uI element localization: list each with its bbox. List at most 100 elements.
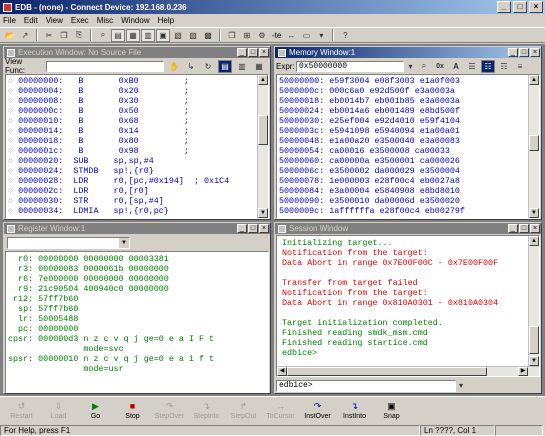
register-row[interactable]: spsr: 00000010 n z c v q j ge=0 e a i f …: [8, 354, 214, 364]
memory-row[interactable]: 5000009c: 1affffffa e28f00c4 eb00279f: [279, 206, 465, 216]
te-toggle-button[interactable]: -te: [270, 31, 283, 40]
breakpoint-marker-icon[interactable]: ○: [8, 136, 18, 146]
go-button[interactable]: ▶ Go: [78, 398, 113, 424]
window-tile-icon[interactable]: ⊞: [240, 29, 254, 42]
dropdown-chevron-icon[interactable]: ▾: [314, 29, 328, 42]
disassembly-line[interactable]: ○ 00000010: B 0x68 ;: [8, 116, 229, 126]
hex-format-icon[interactable]: 0x: [433, 60, 447, 73]
memory-row[interactable]: 50000060: ca00000a e3500001 ca000026: [279, 156, 465, 166]
disassembly-line[interactable]: ○ 00000028: LDR r0,[pc,#0x194] ; 0x1C4: [8, 176, 229, 186]
breakpoint-marker-icon[interactable]: ○: [8, 166, 18, 176]
scroll-up-icon[interactable]: ▲: [258, 75, 268, 85]
disassembly-line[interactable]: ○ 00000030: STR r0,[sp,#4]: [8, 196, 229, 206]
device-icon[interactable]: ▭: [299, 29, 313, 42]
stack-window-icon[interactable]: ▨: [186, 29, 200, 42]
find-icon[interactable]: ⌕: [96, 29, 110, 42]
memory-dump-pane[interactable]: 50000000: e59f3004 e08f3003 e1a0f003 5000…: [276, 74, 540, 219]
step-icon[interactable]: ↳: [184, 60, 198, 73]
session-line[interactable]: Data Abort in range 0x810A0301 - 0x810A0…: [282, 298, 498, 308]
ascii-format-icon[interactable]: A: [449, 60, 463, 73]
window-close-button[interactable]: ×: [530, 48, 540, 57]
instover-button[interactable]: ↷ InstOver: [300, 398, 335, 424]
window-maximize-button[interactable]: □: [248, 224, 258, 233]
memory-row[interactable]: 5000003c: e5941098 e5940094 e1a00a01: [279, 126, 465, 136]
register-row[interactable]: pc: 00000000: [8, 324, 214, 334]
minimize-button[interactable]: _: [497, 1, 511, 13]
copy-icon[interactable]: ❐: [57, 29, 71, 42]
session-line[interactable]: Notification from the target:: [282, 248, 498, 258]
refresh-icon[interactable]: ≡: [513, 60, 527, 73]
register-group-select[interactable]: ▼: [7, 237, 130, 249]
session-line[interactable]: Transfer from target failed: [282, 278, 498, 288]
close-button[interactable]: ×: [529, 1, 543, 13]
window-maximize-button[interactable]: □: [248, 48, 258, 57]
memory-row[interactable]: 50000090: e3500010 da00006d e3500020: [279, 196, 465, 206]
menu-help[interactable]: Help: [158, 16, 174, 25]
pointer-icon[interactable]: ↗: [18, 29, 32, 42]
memory-row[interactable]: 50000030: e25ef004 e92d4010 e59f4104: [279, 116, 465, 126]
dropdown-chevron-icon[interactable]: ▾: [456, 379, 466, 392]
session-line[interactable]: edbice>: [282, 348, 498, 358]
breakpoint-window-icon[interactable]: ▩: [201, 29, 215, 42]
scroll-up-icon[interactable]: ▲: [529, 236, 539, 246]
session-hscrollbar[interactable]: ◀ ▶: [277, 366, 539, 376]
scroll-thumb[interactable]: [258, 115, 268, 145]
stepover-button[interactable]: ↷ StepOver: [152, 398, 187, 424]
window-minimize-button[interactable]: _: [508, 224, 518, 233]
disassembly-line[interactable]: ○ 00000004: B 0x20 ;: [8, 86, 229, 96]
session-line[interactable]: Finished reading smdk_msm.cmd: [282, 328, 498, 338]
snap-button[interactable]: ▣ Snap: [374, 398, 409, 424]
breakpoint-marker-icon[interactable]: ○: [8, 186, 18, 196]
breakpoint-marker-icon[interactable]: ○: [8, 76, 18, 86]
dword-format-icon[interactable]: ☶: [497, 60, 511, 73]
instinto-button[interactable]: ↴ InstInto: [337, 398, 372, 424]
tocursor-button[interactable]: → ToCursor: [263, 398, 298, 424]
register-row[interactable]: r6: 7e000000 00000000 00000000: [8, 274, 214, 284]
mixed-mode-icon[interactable]: ▦: [252, 60, 266, 73]
scroll-thumb[interactable]: [529, 135, 539, 151]
session-vscrollbar[interactable]: ▲ ▼: [528, 236, 539, 366]
expr-input[interactable]: 0x50000000: [296, 60, 404, 72]
memory-row[interactable]: 50000000: e59f3004 e08f3003 e1a0f003: [279, 76, 465, 86]
menu-misc[interactable]: Misc: [97, 16, 113, 25]
memory-row[interactable]: 50000054: ca00016 e3500008 ca00033: [279, 146, 465, 156]
breakpoint-marker-icon[interactable]: ○: [8, 86, 18, 96]
register-row[interactable]: mode=usr: [8, 364, 214, 374]
session-line[interactable]: Notification from the target:: [282, 288, 498, 298]
command-input[interactable]: edbice>: [276, 379, 456, 392]
memory-row[interactable]: 50000018: eb0014b7 eb001b85 e3a0003a: [279, 96, 465, 106]
register-row[interactable]: cpsr: 000000d3 n z c v q j ge=0 e a I F …: [8, 334, 214, 344]
disassembly-line[interactable]: ○ 0000000c: B 0x50 ;: [8, 106, 229, 116]
dropdown-chevron-icon[interactable]: ▾: [406, 60, 415, 73]
disassembly-line[interactable]: ○ 00000034: LDMIA sp!,{r0,pc}: [8, 206, 229, 216]
breakpoint-marker-icon[interactable]: ○: [8, 206, 18, 216]
session-line[interactable]: [282, 308, 498, 318]
memory-window-icon[interactable]: ▦: [126, 28, 140, 42]
memory-window[interactable]: Memory Window:1 _ □ × Expr: 0x50000000 ▾ ⌕…: [274, 46, 542, 220]
scroll-left-icon[interactable]: ◀: [277, 367, 287, 376]
memory-vscrollbar[interactable]: ▲ ▼: [528, 75, 539, 218]
disassembly-line[interactable]: ○ 00000008: B 0x30 ;: [8, 96, 229, 106]
disassembly-line[interactable]: ○ 00000000: B 0xB0 ;: [8, 76, 229, 86]
scroll-down-icon[interactable]: ▼: [529, 208, 539, 218]
stepinto-button[interactable]: ↴ StepInto: [189, 398, 224, 424]
memory-row[interactable]: 50000084: e3a00004 e5840908 e8bd8010: [279, 186, 465, 196]
breakpoint-marker-icon[interactable]: ○: [8, 126, 18, 136]
window-maximize-button[interactable]: □: [519, 224, 529, 233]
session-window[interactable]: Session Window _ □ × Initializing target..…: [274, 222, 542, 394]
load-button[interactable]: ⇩ Load: [41, 398, 76, 424]
window-minimize-button[interactable]: _: [508, 48, 518, 57]
disassembly-line[interactable]: ○ 0000002c: LDR r0,[r0]: [8, 186, 229, 196]
execution-window-titlebar[interactable]: Execution Window: No Source File _ □ ×: [4, 47, 270, 58]
session-window-icon[interactable]: ▣: [156, 28, 170, 42]
stepout-button[interactable]: ↱ StepOut: [226, 398, 261, 424]
memory-window-titlebar[interactable]: Memory Window:1 _ □ ×: [275, 47, 541, 58]
register-row[interactable]: r9: 21c90504 400940c0 00000000: [8, 284, 214, 294]
scroll-up-icon[interactable]: ▲: [529, 75, 539, 85]
stop-button[interactable]: ■ Stop: [115, 398, 150, 424]
maximize-button[interactable]: □: [513, 1, 527, 13]
window-maximize-button[interactable]: □: [519, 48, 529, 57]
restart-button[interactable]: ↺ Restart: [4, 398, 39, 424]
disassembly-line[interactable]: ○ 00000014: B 0x14 ;: [8, 126, 229, 136]
scroll-right-icon[interactable]: ▶: [518, 367, 528, 376]
